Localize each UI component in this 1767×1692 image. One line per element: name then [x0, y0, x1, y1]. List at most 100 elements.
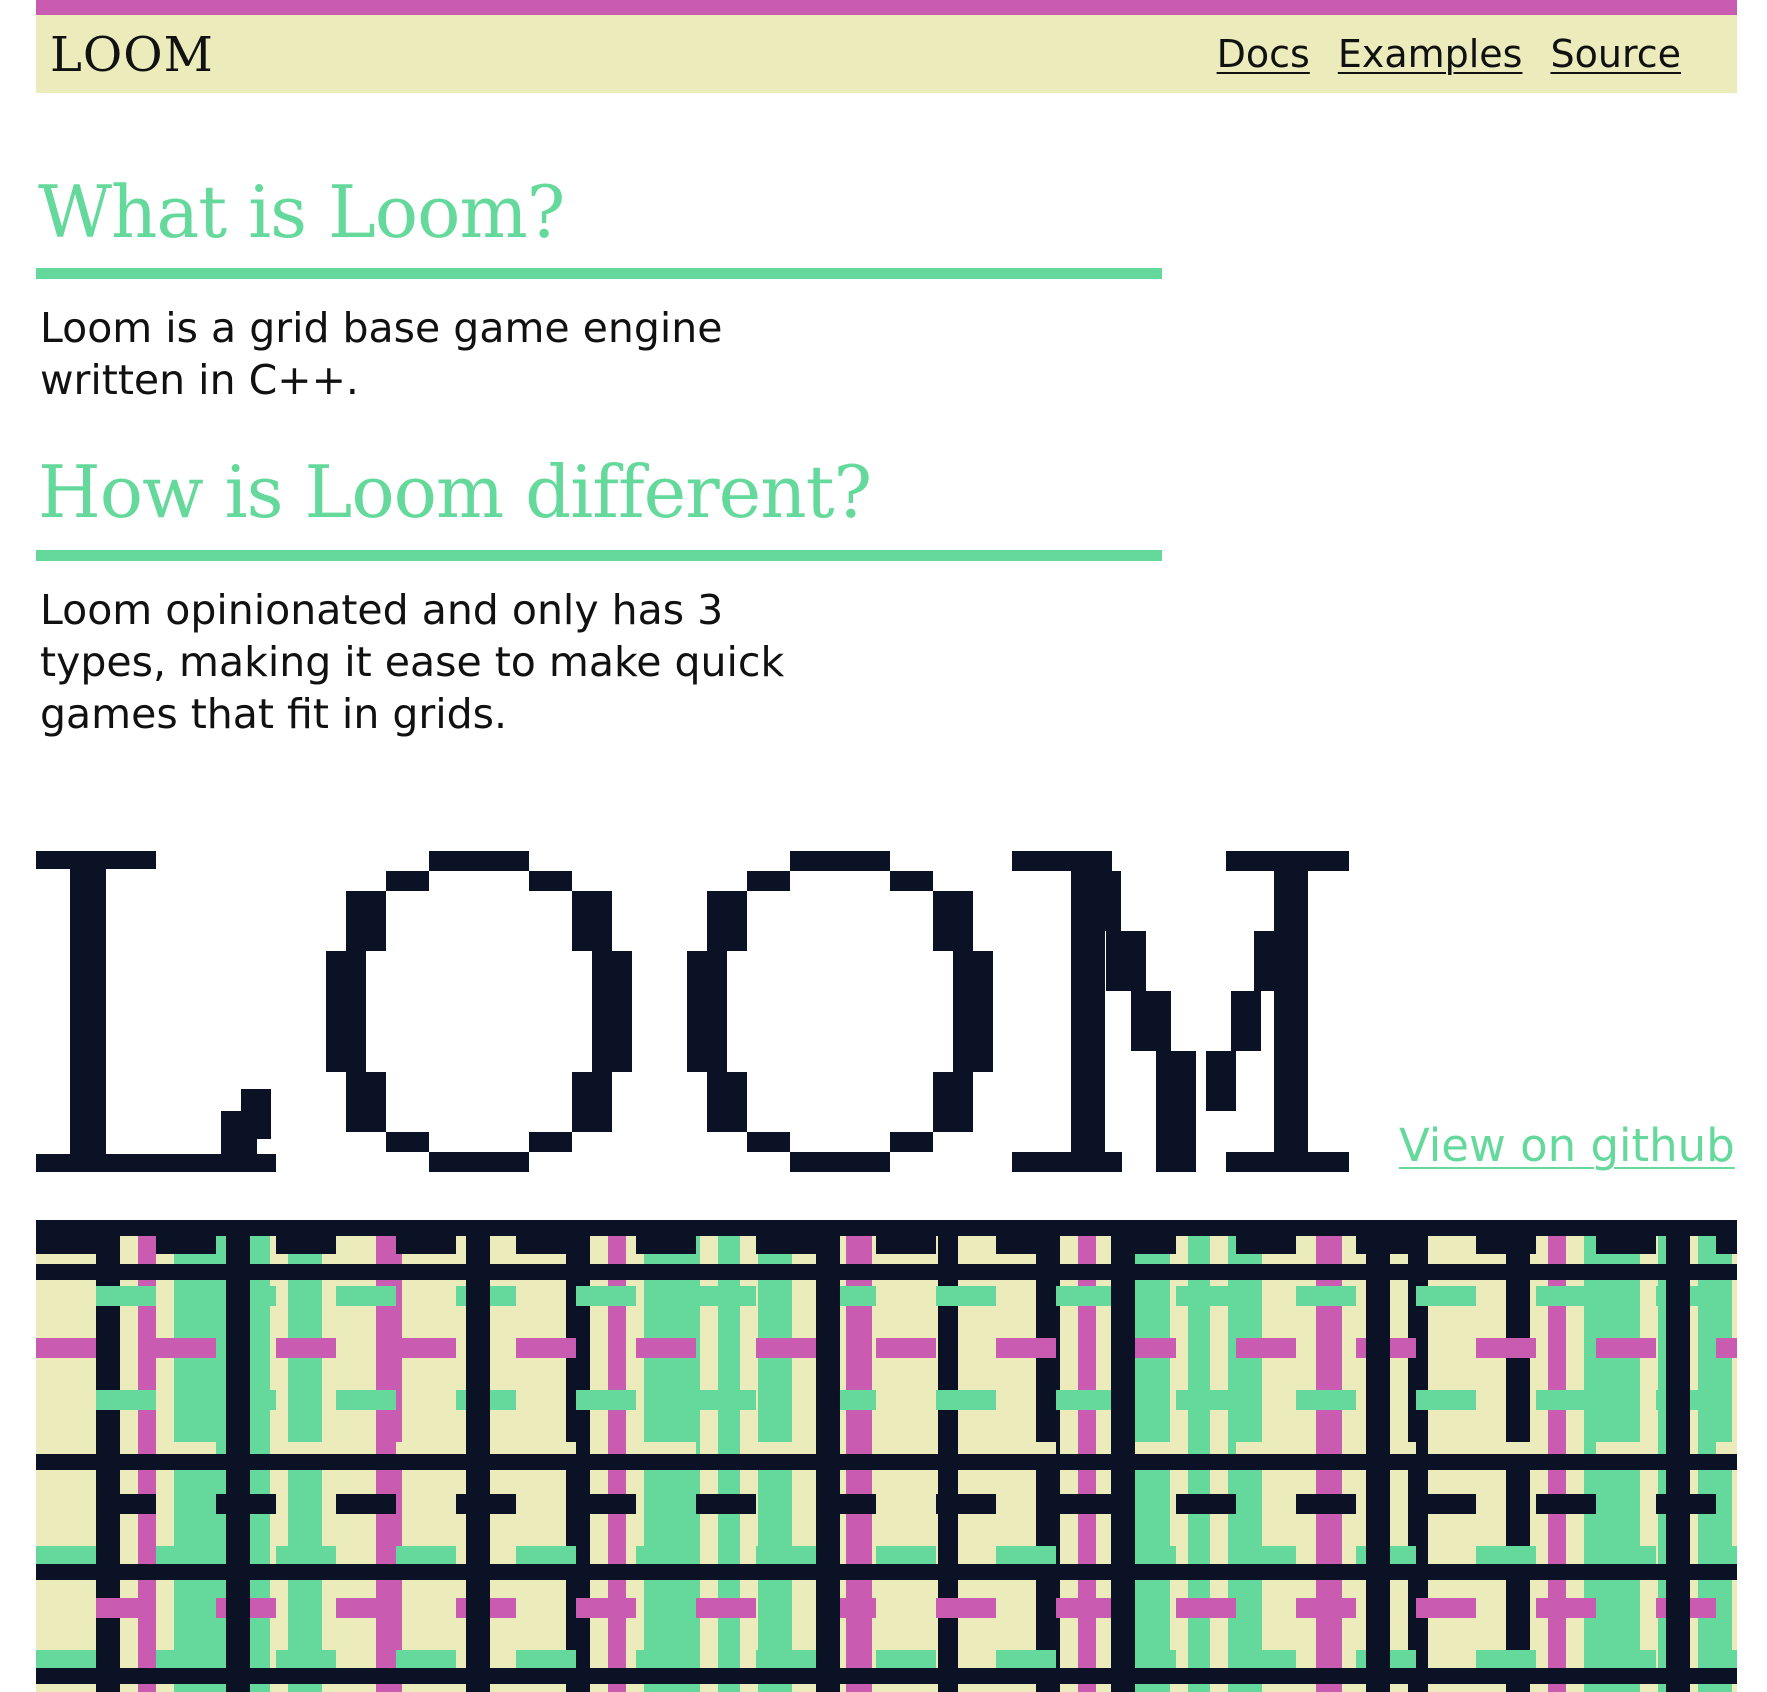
weave-dark-bar: [36, 1220, 1737, 1236]
weave-weft: [516, 1546, 576, 1566]
loom-pixel-wordmark: [36, 851, 1349, 1172]
weave-weft: [156, 1546, 216, 1566]
weave-weft: [1476, 1546, 1536, 1566]
weave-weft: [276, 1650, 336, 1670]
weave-weft: [756, 1338, 816, 1358]
weave-weft: [1236, 1234, 1296, 1254]
weave-weft: [1176, 1598, 1236, 1618]
weave-weft: [1236, 1338, 1296, 1358]
weave-weft: [1056, 1286, 1116, 1306]
weave-weft: [336, 1286, 396, 1306]
weave-weft: [636, 1650, 696, 1670]
weave-weft: [1176, 1494, 1236, 1514]
weave-weft: [756, 1234, 816, 1254]
weave-weft: [1536, 1390, 1596, 1410]
weave-weft: [1476, 1338, 1536, 1358]
heading-underline: [36, 550, 1162, 561]
weave-weft: [156, 1650, 216, 1670]
weave-dark-bar: [36, 1668, 1737, 1684]
weave-weft: [36, 1338, 96, 1358]
weave-weft: [1596, 1338, 1656, 1358]
weave-weft: [1596, 1546, 1656, 1566]
weave-weft: [996, 1650, 1056, 1670]
weave-weft: [336, 1598, 396, 1618]
nav-link-source[interactable]: Source: [1550, 29, 1681, 79]
weave-weft: [876, 1650, 936, 1670]
weave-weft: [996, 1234, 1056, 1254]
weave-dark-bar: [36, 1564, 1737, 1580]
weave-weft: [1056, 1494, 1116, 1514]
navbar: LOOM Docs Examples Source: [36, 15, 1737, 93]
weave-weft: [636, 1338, 696, 1358]
weave-weft: [936, 1286, 996, 1306]
weave-weft: [396, 1234, 456, 1254]
view-on-github-link[interactable]: View on github: [1399, 1118, 1735, 1174]
nav-link-docs[interactable]: Docs: [1217, 29, 1310, 79]
weave-weft: [96, 1494, 156, 1514]
weave-weft: [1296, 1598, 1356, 1618]
weave-weft: [696, 1598, 756, 1618]
weave-weft: [516, 1650, 576, 1670]
weave-weft: [936, 1598, 996, 1618]
weave-weft: [396, 1650, 456, 1670]
weave-weft: [1236, 1650, 1296, 1670]
weave-weft: [1476, 1650, 1536, 1670]
nav-links: Docs Examples Source: [1217, 29, 1681, 79]
paragraph-what-is-loom: Loom is a grid base game engine written …: [40, 304, 723, 404]
weave-weft: [36, 1546, 96, 1566]
weave-weft: [1716, 1338, 1737, 1358]
weave-weft: [696, 1286, 756, 1306]
weave-weft: [996, 1338, 1056, 1358]
weave-weft: [576, 1494, 636, 1514]
weave-weft: [696, 1494, 756, 1514]
weave-weft: [36, 1234, 96, 1254]
weave-weft: [1596, 1234, 1656, 1254]
weave-weft: [576, 1286, 636, 1306]
weave-weft: [696, 1390, 756, 1410]
weave-weft: [276, 1546, 336, 1566]
weave-weft: [576, 1598, 636, 1618]
weave-weft: [36, 1650, 96, 1670]
paragraph-how-is-loom-different: Loom opinionated and only has 3 types, m…: [40, 586, 785, 738]
weave-dark-column: [1666, 1220, 1690, 1692]
weave-weft: [576, 1390, 636, 1410]
weave-weft: [336, 1494, 396, 1514]
weave-dark-column: [466, 1220, 490, 1692]
heading-what-is-loom: What is Loom?: [38, 170, 565, 254]
weave-weft: [1716, 1234, 1737, 1254]
weave-weft: [1056, 1598, 1116, 1618]
heading-underline: [36, 268, 1162, 279]
weave-weft: [636, 1234, 696, 1254]
weave-weft: [516, 1338, 576, 1358]
weave-weft: [996, 1546, 1056, 1566]
weave-weft: [936, 1494, 996, 1514]
weave-dark-column: [1366, 1220, 1390, 1692]
nav-link-examples[interactable]: Examples: [1338, 29, 1523, 79]
weave-weft: [516, 1234, 576, 1254]
heading-how-is-loom-different: How is Loom different?: [38, 450, 872, 534]
weave-weft: [1536, 1494, 1596, 1514]
weave-weft: [876, 1338, 936, 1358]
weave-weft: [276, 1338, 336, 1358]
weave-dark-column: [816, 1220, 840, 1692]
weave-weft: [1296, 1390, 1356, 1410]
weave-weft: [156, 1338, 216, 1358]
weave-weft: [1416, 1494, 1476, 1514]
weave-weft: [1416, 1598, 1476, 1618]
weave-dark-column: [1111, 1220, 1135, 1692]
weave-weft: [396, 1338, 456, 1358]
top-accent-stripe: [36, 0, 1737, 15]
woven-pattern-banner: [36, 1220, 1737, 1692]
weave-weft: [1716, 1650, 1737, 1670]
weave-weft: [96, 1598, 156, 1618]
weave-weft: [96, 1390, 156, 1410]
weave-weft: [1476, 1234, 1536, 1254]
weave-weft: [276, 1234, 336, 1254]
weave-grid: [36, 1220, 1737, 1692]
weave-weft: [756, 1650, 816, 1670]
weave-weft: [1176, 1390, 1236, 1410]
weave-weft: [96, 1286, 156, 1306]
weave-dark-column: [226, 1220, 250, 1692]
weave-weft: [876, 1234, 936, 1254]
nav-logo[interactable]: LOOM: [50, 27, 214, 83]
